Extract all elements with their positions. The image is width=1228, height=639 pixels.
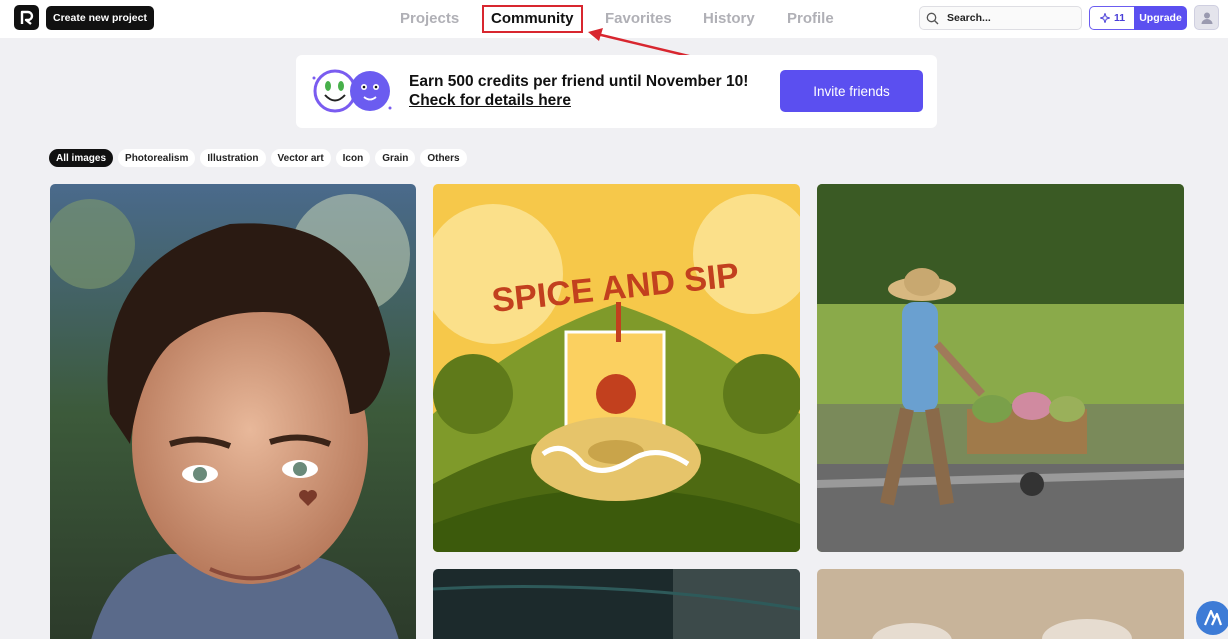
filter-photorealism[interactable]: Photorealism <box>118 149 196 167</box>
user-avatar-icon[interactable] <box>1194 5 1219 30</box>
upgrade-button[interactable]: Upgrade <box>1134 6 1187 30</box>
banner-headline: Earn 500 credits per friend until Novemb… <box>409 73 749 90</box>
nav-favorites[interactable]: Favorites <box>605 10 672 27</box>
credits-count: 11 <box>1113 12 1126 24</box>
filter-chips: All images Photorealism Illustration Vec… <box>49 149 467 167</box>
banner-details-link[interactable]: Check for details here <box>409 92 571 110</box>
filter-icon[interactable]: Icon <box>335 149 371 167</box>
assistant-logo-icon[interactable] <box>1196 601 1228 635</box>
filter-vector-art[interactable]: Vector art <box>270 149 331 167</box>
gallery-card-portrait[interactable] <box>50 184 416 639</box>
filter-illustration[interactable]: Illustration <box>200 149 266 167</box>
gallery-card-dark[interactable] <box>433 569 800 639</box>
gallery-card-clouds[interactable] <box>817 569 1184 639</box>
app-logo-icon[interactable] <box>14 5 39 30</box>
gallery-card-spice-and-sip[interactable]: SPICE AND SIP <box>433 184 800 552</box>
nav-history[interactable]: History <box>703 10 755 27</box>
search-box[interactable] <box>919 6 1082 30</box>
search-input[interactable] <box>947 12 1077 24</box>
credits-button[interactable]: 11 <box>1089 6 1135 30</box>
filter-grain[interactable]: Grain <box>375 149 416 167</box>
filter-others[interactable]: Others <box>420 149 467 167</box>
smiley-characters-icon <box>312 69 392 113</box>
nav-profile[interactable]: Profile <box>787 10 834 27</box>
sparkle-icon <box>1099 13 1110 23</box>
filter-all-images[interactable]: All images <box>49 149 114 167</box>
nav-projects[interactable]: Projects <box>400 10 459 27</box>
referral-banner: Earn 500 credits per friend until Novemb… <box>296 55 937 128</box>
gallery-card-cart-vendor[interactable] <box>817 184 1184 552</box>
search-icon <box>926 12 939 24</box>
invite-friends-button[interactable]: Invite friends <box>780 70 923 112</box>
create-new-project-button[interactable]: Create new project <box>46 6 154 30</box>
community-highlight-box <box>482 5 583 33</box>
